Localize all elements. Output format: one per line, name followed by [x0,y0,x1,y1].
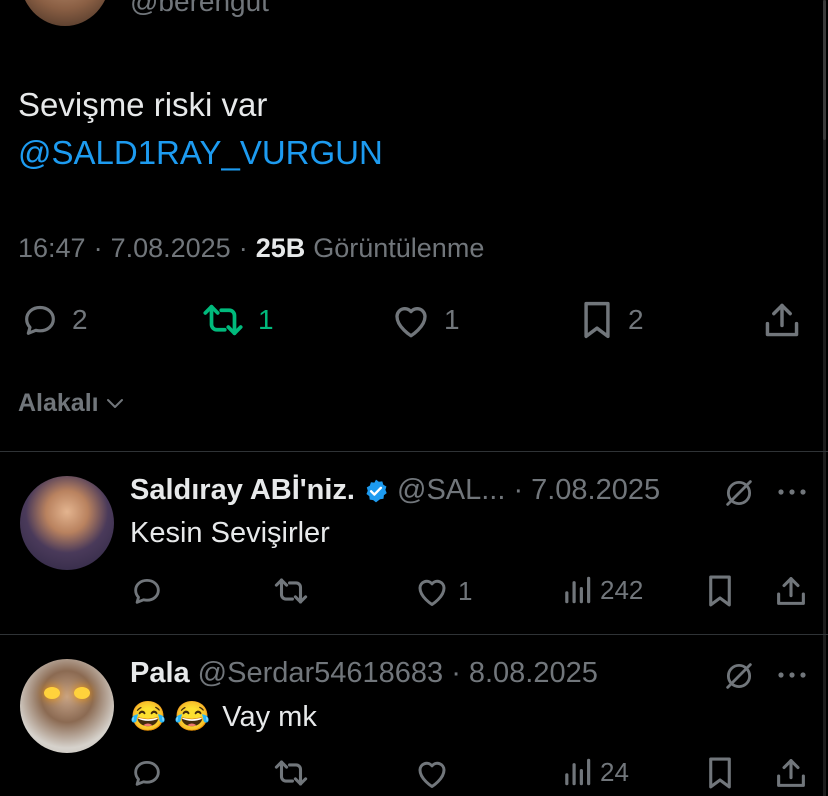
reply-text: Kesin Sevişirler [130,517,330,549]
retweet-count: 1 [258,304,274,335]
reply-icon [20,300,60,340]
more-icon[interactable] [776,486,808,498]
tweet-time[interactable]: 16:47 [18,233,86,264]
grok-icon[interactable] [722,476,756,510]
views-count: 25B [255,233,306,263]
reply-date[interactable]: 7.08.2025 [531,474,660,507]
reply-like-count: 1 [458,575,473,606]
reply-header: Saldıray ABİ'niz. @SAL... · 7.08.2025 [130,474,660,507]
reply-reply-button[interactable] [130,756,164,790]
sort-dropdown[interactable]: Alakalı [18,389,125,418]
retweet-button[interactable]: 1 [200,300,274,340]
tweet-text: Sevişme riski var [18,86,268,123]
retweet-icon [200,300,246,340]
bookmark-icon [704,574,736,608]
reply-like-button[interactable]: 1 [414,574,472,608]
like-icon [390,300,432,340]
tweet-mention-link[interactable]: @SALD1RAY_VURGUN [18,134,383,172]
reply-icon [130,756,164,790]
reply-text: Vay mk [222,700,317,733]
bookmark-icon [578,300,616,340]
like-count: 1 [444,304,460,335]
share-icon [762,300,802,340]
chevron-down-icon [105,397,125,411]
reply-reply-button[interactable] [130,574,164,608]
reply-author-handle[interactable]: @SAL... [397,474,505,507]
retweet-icon [272,574,310,608]
meta-separator: · [513,474,524,506]
like-icon [414,756,450,790]
like-icon [414,574,450,608]
bookmark-icon [704,756,736,790]
reply-bookmark-button[interactable] [704,756,736,790]
meta-separator: · [93,233,103,263]
author-avatar[interactable] [20,0,110,26]
sort-label: Alakalı [18,389,99,417]
reply-icon [130,574,164,608]
share-button[interactable] [762,300,802,340]
reply-avatar[interactable] [20,476,114,570]
reply-avatar[interactable] [20,659,114,753]
reply-view-count: 242 [600,574,644,605]
views-icon [562,756,592,788]
reply-retweet-button[interactable] [272,756,310,790]
reply-author-handle[interactable]: @Serdar54618683 [198,657,444,690]
tweet-meta: 16:47 · 7.08.2025 · 25B Görüntülenme [18,233,484,264]
scrollbar-thumb[interactable] [823,0,826,140]
meta-separator: · [238,233,248,263]
share-icon [774,756,808,790]
tweet-date[interactable]: 7.08.2025 [111,233,231,264]
reply-author-name[interactable]: Saldıray ABİ'niz. [130,474,355,507]
reply-date[interactable]: 8.08.2025 [469,657,598,690]
reply-views-button[interactable]: 24 [562,756,629,788]
avatar-eye-glow [74,687,90,699]
reply-like-button[interactable] [414,756,450,790]
reply-view-count: 24 [600,756,629,787]
retweet-icon [272,756,310,790]
bookmark-count: 2 [628,304,644,335]
reply-retweet-button[interactable] [272,574,310,608]
reply-bookmark-button[interactable] [704,574,736,608]
bookmark-button[interactable]: 2 [578,300,644,340]
more-icon[interactable] [776,669,808,681]
reply-button[interactable]: 2 [20,300,88,340]
laughing-emoji: 😂 😂 [130,701,211,733]
reply-author-name[interactable]: Pala [130,657,190,690]
grok-icon[interactable] [722,659,756,693]
share-icon [774,574,808,608]
author-handle[interactable]: @berengut [130,0,269,18]
reply-share-button[interactable] [774,756,808,790]
reply-views-button[interactable]: 242 [562,574,643,606]
verified-badge-icon [363,478,389,504]
reply-text-line: 😂 😂 Vay mk [130,700,317,734]
views-label: Görüntülenme [313,233,485,263]
reply-header: Pala @Serdar54618683 · 8.08.2025 [130,657,598,690]
meta-separator: · [451,657,461,689]
views-icon [562,574,592,606]
avatar-eye-glow [44,687,60,699]
like-button[interactable]: 1 [390,300,460,340]
reply-count: 2 [72,304,88,335]
reply-share-button[interactable] [774,574,808,608]
